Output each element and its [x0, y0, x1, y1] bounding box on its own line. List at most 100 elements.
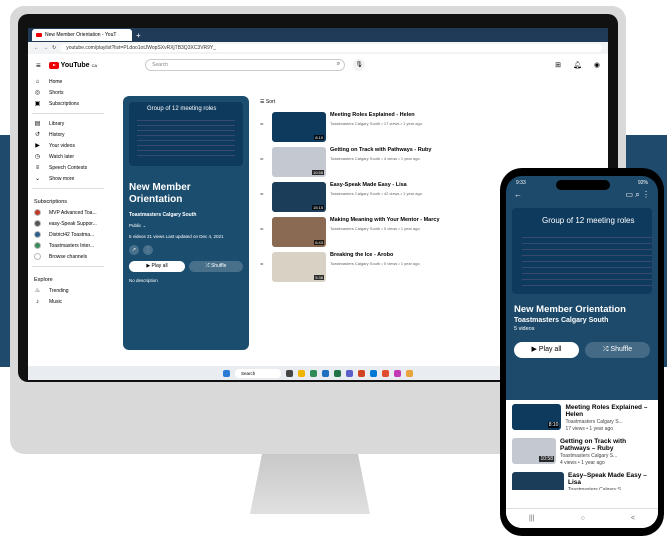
phone-play-all-button[interactable]: ▶ Play all	[514, 342, 579, 358]
search-icon[interactable]: ⌕	[337, 61, 340, 68]
sidebar-item-subscriptions[interactable]: ▣ Subscriptions	[28, 98, 108, 109]
file-explorer-icon[interactable]	[298, 369, 305, 377]
sidebar-item-library[interactable]: ▤ Library	[28, 118, 108, 129]
search-input[interactable]: Search ⌕	[145, 59, 346, 71]
powerpoint-icon[interactable]	[358, 369, 365, 377]
bell-icon[interactable]: 🔔︎	[573, 61, 582, 69]
youtube-logo[interactable]: YouTube CA	[48, 61, 97, 69]
video-thumbnail[interactable]: 6:43	[272, 217, 326, 247]
search-icon[interactable]: ⌕	[635, 190, 639, 199]
cast-icon[interactable]: ▭	[625, 190, 633, 199]
back-arrow-icon[interactable]: ←	[514, 190, 522, 204]
drag-handle-icon[interactable]: =	[260, 157, 268, 177]
drag-handle-icon[interactable]: =	[260, 262, 268, 282]
phone-playlist-thumbnail[interactable]: Group of 12 meeting roles	[512, 208, 652, 294]
sidebar-item-shorts[interactable]: ◎ Shorts	[28, 87, 108, 98]
excel-icon[interactable]	[334, 369, 341, 377]
video-title[interactable]: Making Meaning with Your Mentor - Marcy	[330, 217, 440, 223]
video-row[interactable]: = 8:10 Meeting Roles Explained - Helen Toas…	[260, 112, 422, 142]
video-title[interactable]: Breaking the Ice - Arobo	[330, 252, 420, 258]
new-tab-button[interactable]: +	[136, 31, 141, 40]
video-meta: Toastmasters Calgary South • 17 views • …	[330, 121, 422, 126]
paint-icon[interactable]	[406, 369, 413, 377]
phone-video-title[interactable]: Easy–Speak Made Easy – Lisa	[568, 472, 652, 486]
shuffle-button[interactable]: ⤮ Shuffle	[189, 261, 243, 272]
sidebar-item-history[interactable]: ↺ History	[28, 129, 108, 140]
chrome-icon[interactable]	[310, 369, 317, 377]
phone-video-row[interactable]: 10:58 Getting on Track with Pathways – Ru…	[506, 434, 658, 468]
phone-nav-home[interactable]: ⌂ Home	[515, 490, 526, 508]
windows-start-icon[interactable]	[223, 369, 230, 377]
taskbar-search[interactable]: Search	[235, 368, 281, 378]
more-icon[interactable]: ⋮	[143, 245, 153, 255]
play-all-button[interactable]: ▶ Play all	[129, 261, 185, 272]
visibility-label: Public	[129, 223, 142, 228]
sidebar-item-home[interactable]: ⌂ Home	[28, 76, 108, 87]
video-info: Breaking the Ice - Arobo Toastmasters Cal…	[330, 252, 420, 282]
mic-icon[interactable]: 🎙	[353, 59, 366, 71]
create-icon[interactable]: ⊞	[555, 61, 561, 69]
teams-icon[interactable]	[346, 369, 353, 377]
home-button-icon[interactable]: ○	[581, 515, 585, 522]
video-title[interactable]: Getting on Track with Pathways - Ruby	[330, 147, 431, 153]
phone-video-thumbnail[interactable]: 10:58	[512, 438, 556, 464]
sidebar-item-show-more[interactable]: ⌄ Show more	[28, 173, 108, 184]
more-icon[interactable]: ⋮	[642, 190, 650, 199]
sidebar-item-subscription[interactable]: MVP Advanced Toa...	[28, 207, 108, 218]
recents-icon[interactable]: |||	[529, 515, 534, 522]
share-icon[interactable]: ↗	[129, 245, 139, 255]
video-thumbnail[interactable]: 8:10	[272, 112, 326, 142]
video-row[interactable]: = 5:38 Breaking the Ice - Arobo Toastmaster…	[260, 252, 420, 282]
phone-shuffle-button[interactable]: ⤮ Shuffle	[585, 342, 650, 358]
sidebar-item-subscription[interactable]: easy-Speak Suppor...	[28, 218, 108, 229]
playlist-channel[interactable]: Toastmasters Calgary South	[129, 212, 243, 218]
video-row[interactable]: = 15:15 Easy-Speak Made Easy - Lisa Toastma…	[260, 182, 422, 212]
phone-nav-library[interactable]: ▤ Library	[637, 490, 649, 508]
task-view-icon[interactable]	[286, 369, 293, 377]
video-row[interactable]: = 10:58 Getting on Track with Pathways - R…	[260, 147, 431, 177]
phone-nav-create[interactable]: ⊕	[572, 490, 578, 508]
menu-icon[interactable]: ≡	[36, 61, 41, 70]
phone-channel[interactable]: Toastmasters Calgary South	[506, 315, 658, 324]
video-title[interactable]: Meeting Roles Explained - Helen	[330, 112, 422, 118]
video-thumbnail[interactable]: 5:38	[272, 252, 326, 282]
reload-icon[interactable]: ↻	[52, 45, 56, 51]
phone-video-duration: 8:10	[547, 422, 560, 428]
drag-handle-icon[interactable]: =	[260, 122, 268, 142]
back-icon[interactable]: ←	[34, 45, 39, 51]
sidebar-item-subscription[interactable]: Browse channels	[28, 251, 108, 262]
sidebar-item-your-videos[interactable]: ▶ Your videos	[28, 140, 108, 151]
firefox-icon[interactable]	[382, 369, 389, 377]
url-field[interactable]: youtube.com/playlist?list=PLdoo1otJWopSX…	[60, 44, 602, 52]
drag-handle-icon[interactable]: =	[260, 192, 268, 212]
sidebar-item-subscription[interactable]: Toastmasters Inter...	[28, 240, 108, 251]
forward-icon[interactable]: →	[43, 45, 48, 51]
sidebar-item-trending[interactable]: ♨ Trending	[28, 285, 108, 296]
sort-label: Sort	[265, 99, 276, 105]
sort-button[interactable]: ☰ Sort	[260, 99, 275, 105]
edge-icon[interactable]	[370, 369, 377, 377]
video-thumbnail[interactable]: 10:58	[272, 147, 326, 177]
video-thumbnail[interactable]: 15:15	[272, 182, 326, 212]
drag-handle-icon[interactable]: =	[260, 227, 268, 247]
app-icon[interactable]	[394, 369, 401, 377]
playlist-thumbnail[interactable]: Group of 12 meeting roles	[129, 102, 243, 166]
video-row[interactable]: = 6:43 Making Meaning with Your Mentor - M…	[260, 217, 440, 247]
sidebar-item-watch-later[interactable]: ◷ Watch later	[28, 151, 108, 162]
phone-video-row[interactable]: 8:10 Meeting Roles Explained – Helen Toast…	[506, 400, 658, 434]
phone-video-title[interactable]: Meeting Roles Explained – Helen	[565, 404, 652, 418]
avatar[interactable]: ◉	[594, 61, 600, 69]
phone-nav-subscriptions[interactable]: ▣ Subscriptions	[595, 490, 619, 508]
sidebar-item-subscription[interactable]: District42 Toastma...	[28, 229, 108, 240]
outlook-icon[interactable]	[322, 369, 329, 377]
back-icon[interactable]: <	[631, 515, 635, 522]
sidebar-item-speech-contests[interactable]: ≡ Speech Contests	[28, 162, 108, 173]
phone-nav-shorts[interactable]: ◎ Shorts	[543, 490, 555, 508]
browser-tab[interactable]: New Member Orientation - YouT	[32, 29, 132, 41]
phone-video-title[interactable]: Getting on Track with Pathways – Ruby	[560, 438, 652, 452]
sidebar-item-label: Home	[49, 78, 63, 85]
phone-video-thumbnail[interactable]: 8:10	[512, 404, 562, 430]
video-title[interactable]: Easy-Speak Made Easy - Lisa	[330, 182, 422, 188]
sidebar-item-music[interactable]: ♪ Music	[28, 296, 108, 307]
visibility-select[interactable]: Public ⌄	[129, 223, 243, 229]
